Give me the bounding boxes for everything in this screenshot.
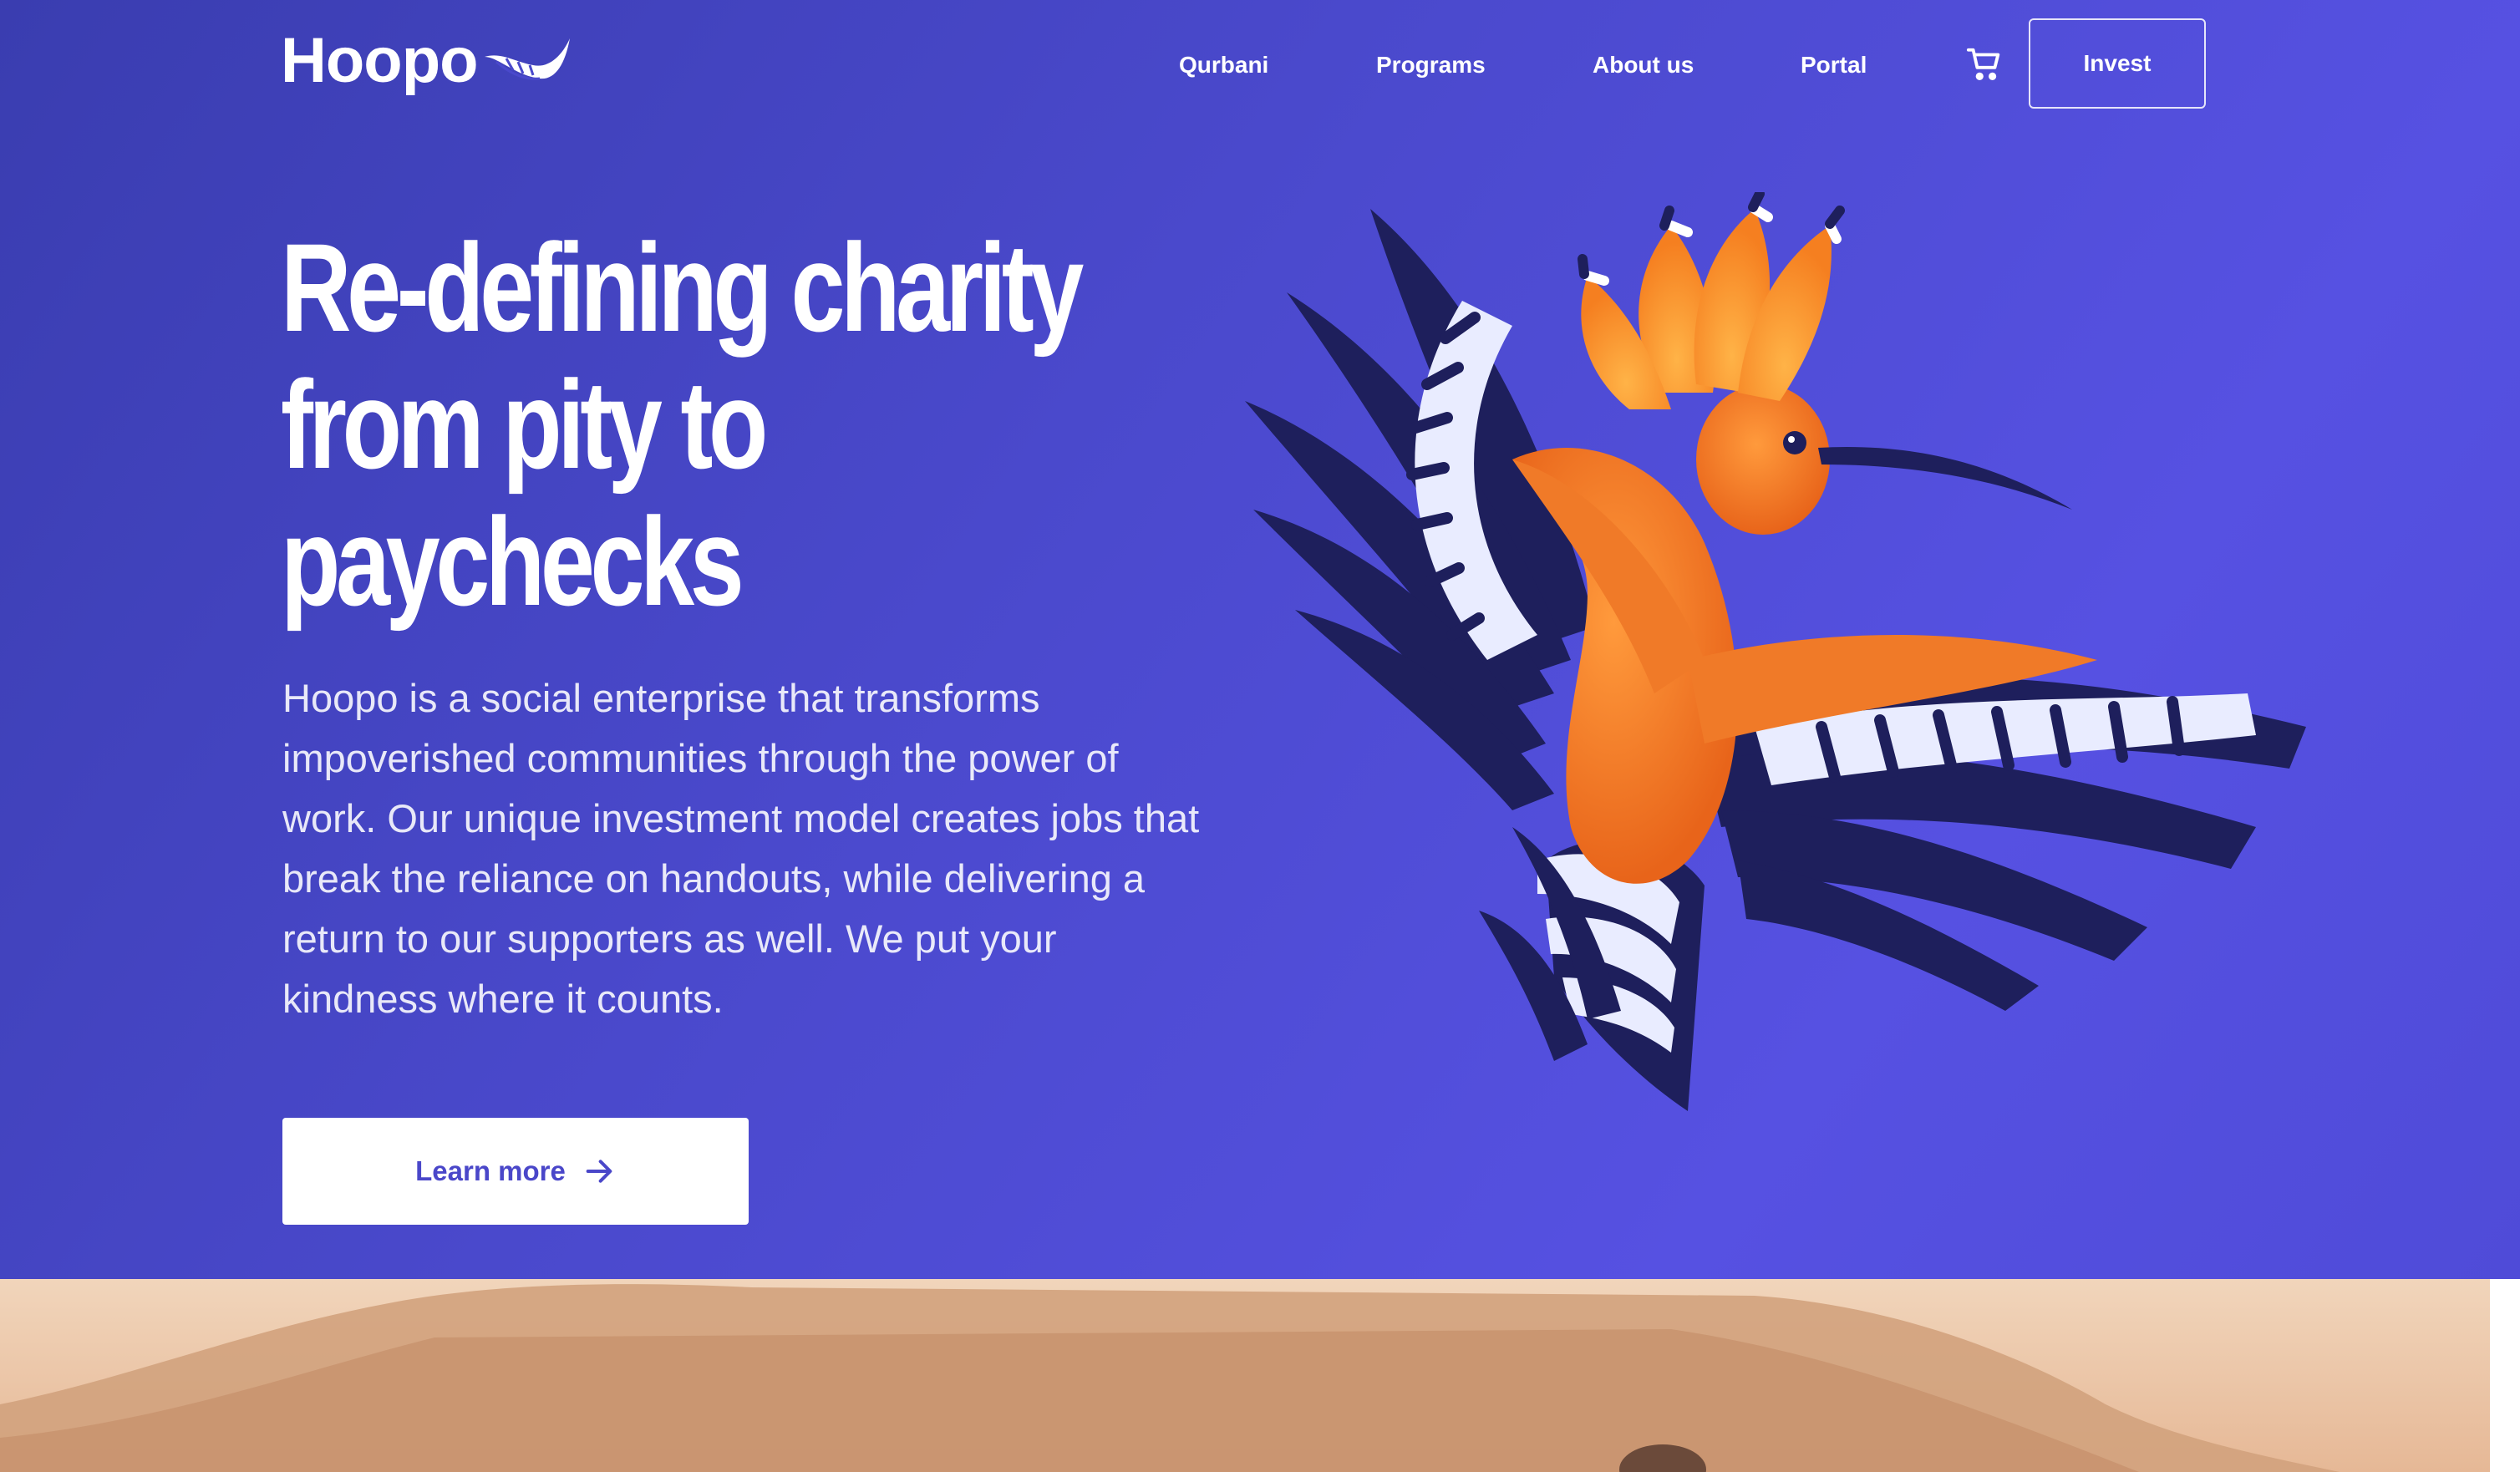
photo-banner xyxy=(0,1279,2490,1472)
headline-line-1: Re-defining charity xyxy=(281,217,1084,358)
learn-more-label: Learn more xyxy=(415,1155,566,1186)
headline-line-2: from pity to xyxy=(281,354,768,495)
nav-link-about-us[interactable]: About us xyxy=(1593,53,1694,77)
cart-icon[interactable] xyxy=(1965,45,2004,84)
arrow-right-icon xyxy=(586,1160,612,1183)
logo-text: Hoopo xyxy=(281,25,479,96)
logo[interactable]: Hoopo xyxy=(281,23,573,99)
bird-eye xyxy=(1783,431,1806,454)
invest-button-label: Invest xyxy=(2083,50,2152,76)
headline-line-3: paychecks xyxy=(281,491,744,632)
nav-link-qurbani[interactable]: Qurbani xyxy=(1179,53,1268,77)
nav-link-portal[interactable]: Portal xyxy=(1801,53,1867,77)
hero-description: Hoopo is a social enterprise that transf… xyxy=(282,676,1200,1021)
page-margin xyxy=(2490,1279,2520,1472)
nav-link-programs[interactable]: Programs xyxy=(1376,53,1486,77)
learn-more-button[interactable]: Learn more xyxy=(282,1118,749,1225)
hero-section: Hoopo Qurbani Programs About us Portal I… xyxy=(0,0,2520,1279)
hero-headline: Re-defining charity from pity to paychec… xyxy=(281,219,1207,630)
landscape-photo xyxy=(0,1279,2490,1472)
page: Hoopo Qurbani Programs About us Portal I… xyxy=(0,0,2520,1472)
invest-button[interactable]: Invest xyxy=(2029,18,2206,109)
feather-icon xyxy=(484,38,570,80)
bird-crest xyxy=(1578,192,1845,409)
hoopoe-bird-illustration xyxy=(1245,192,2306,1111)
bird-head xyxy=(1696,384,1830,535)
bird-beak xyxy=(1818,446,2072,510)
